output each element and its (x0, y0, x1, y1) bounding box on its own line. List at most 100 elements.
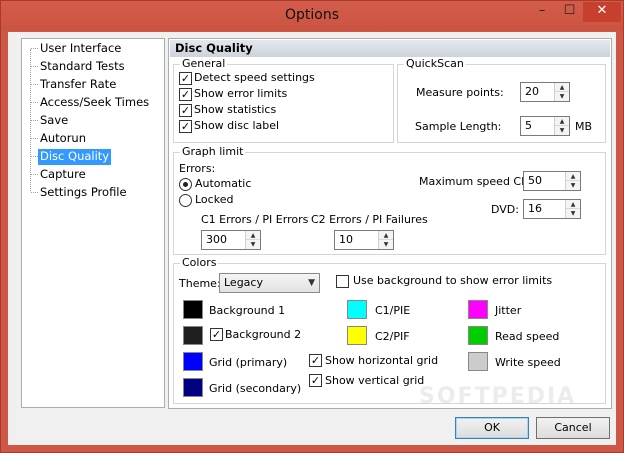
use-background-checkbox[interactable] (336, 275, 349, 288)
read-speed-label: Read speed (495, 330, 560, 343)
c2-errors-value: 10 (339, 233, 353, 246)
tree-connector (31, 84, 38, 85)
max-speed-cd-value: 50 (528, 174, 542, 187)
use-background-label: Use background to show error limits (353, 274, 553, 287)
spin-up-icon[interactable]: ▲ (555, 117, 569, 126)
tree-connector (31, 66, 38, 67)
show-vertical-grid-checkbox[interactable]: ✓ (309, 374, 322, 387)
spin-up-icon[interactable]: ▲ (555, 83, 569, 92)
spin-down-icon[interactable]: ▼ (566, 181, 580, 190)
spin-down-icon[interactable]: ▼ (246, 240, 260, 249)
jitter-label: Jitter (495, 304, 522, 317)
tree-connector (31, 156, 38, 157)
disc-quality-panel: Disc Quality General ✓ Detect speed sett… (168, 38, 612, 409)
automatic-label: Automatic (195, 177, 252, 190)
background2-checkbox[interactable]: ✓ (210, 328, 223, 341)
errors-label: Errors: (179, 162, 216, 175)
sidebar-item-standard-tests[interactable]: Standard Tests (38, 59, 127, 75)
sidebar-item-access-seek-times[interactable]: Access/Seek Times (38, 95, 151, 111)
show-statistics-label: Show statistics (194, 103, 277, 116)
show-disc-label-label: Show disc label (194, 119, 280, 132)
automatic-radio[interactable] (179, 178, 192, 191)
measure-points-label: Measure points: (416, 86, 504, 99)
grid-primary-label: Grid (primary) (209, 356, 288, 369)
spin-down-icon[interactable]: ▼ (379, 240, 393, 249)
tree-connector (31, 102, 38, 103)
sidebar-item-disc-quality[interactable]: Disc Quality (38, 149, 112, 165)
options-window: Options – ☐ ✕ User Interface Standard Te… (0, 0, 624, 453)
tree-connector (31, 174, 38, 175)
show-statistics-checkbox[interactable]: ✓ (179, 104, 192, 117)
sidebar-item-capture[interactable]: Capture (38, 167, 88, 183)
general-group: General ✓ Detect speed settings ✓ Show e… (173, 58, 394, 143)
tree-connector (31, 138, 38, 139)
c1pie-swatch[interactable] (347, 300, 367, 319)
spin-down-icon[interactable]: ▼ (566, 209, 580, 218)
max-speed-cd-stepper[interactable]: 50 ▲ ▼ (523, 171, 581, 191)
sample-length-unit: MB (575, 120, 593, 133)
dvd-value: 16 (528, 202, 542, 215)
sidebar-item-settings-profile[interactable]: Settings Profile (38, 185, 129, 201)
sidebar-item-user-interface[interactable]: User Interface (38, 41, 123, 57)
detect-speed-label: Detect speed settings (194, 71, 315, 84)
maximize-button[interactable]: ☐ (556, 2, 583, 22)
cancel-button[interactable]: Cancel (536, 417, 610, 439)
title-bar[interactable]: Options – ☐ ✕ (1, 1, 623, 31)
general-group-title: General (180, 57, 228, 70)
c1-errors-stepper[interactable]: 300 ▲ ▼ (201, 230, 261, 250)
close-button[interactable]: ✕ (583, 2, 621, 22)
theme-value: Legacy (224, 276, 263, 289)
sample-length-stepper[interactable]: 5 ▲ ▼ (520, 116, 570, 136)
spin-down-icon[interactable]: ▼ (555, 92, 569, 101)
spin-up-icon[interactable]: ▲ (379, 231, 393, 240)
options-category-tree: User Interface Standard Tests Transfer R… (21, 38, 165, 408)
minimize-button[interactable]: – (528, 2, 556, 22)
sidebar-item-transfer-rate[interactable]: Transfer Rate (38, 77, 118, 93)
theme-select[interactable]: Legacy ▼ (219, 273, 320, 293)
sidebar-item-autorun[interactable]: Autorun (38, 131, 88, 147)
show-error-limits-label: Show error limits (194, 87, 288, 100)
jitter-swatch[interactable] (468, 300, 488, 319)
radio-selected-dot (183, 182, 188, 187)
write-speed-swatch[interactable] (468, 352, 488, 371)
background1-label: Background 1 (209, 304, 286, 317)
c2-errors-stepper[interactable]: 10 ▲ ▼ (334, 230, 394, 250)
spin-up-icon[interactable]: ▲ (566, 172, 580, 181)
background1-swatch[interactable] (183, 300, 203, 319)
grid-primary-swatch[interactable] (183, 352, 203, 371)
colors-group: Colors Theme: Legacy ▼ Use background to… (173, 257, 606, 404)
show-vertical-grid-label: Show vertical grid (325, 374, 425, 387)
read-speed-swatch[interactable] (468, 326, 488, 345)
measure-points-spin-buttons: ▲ ▼ (554, 83, 569, 101)
grid-secondary-swatch[interactable] (183, 378, 203, 397)
theme-label: Theme: (179, 277, 221, 290)
c1-errors-spin-buttons: ▲ ▼ (245, 231, 260, 249)
c2pif-swatch[interactable] (347, 326, 367, 345)
c1pie-label: C1/PIE (375, 304, 411, 317)
tree-connector (31, 120, 38, 121)
show-disc-label-checkbox[interactable]: ✓ (179, 120, 192, 133)
show-horizontal-grid-checkbox[interactable]: ✓ (309, 354, 322, 367)
ok-button[interactable]: OK (455, 417, 529, 439)
sidebar-item-save[interactable]: Save (38, 113, 70, 129)
dvd-stepper[interactable]: 16 ▲ ▼ (523, 199, 581, 219)
sample-length-value: 5 (525, 119, 532, 132)
watermark: SOFTPEDIA (419, 384, 577, 409)
graph-limit-group: Graph limit Errors: Automatic Locked C1 … (173, 146, 606, 255)
background2-swatch[interactable] (183, 326, 203, 345)
show-horizontal-grid-label: Show horizontal grid (325, 354, 439, 367)
locked-label: Locked (195, 193, 234, 206)
dialog-body: User Interface Standard Tests Transfer R… (8, 32, 616, 445)
tree-connector (31, 192, 38, 193)
measure-points-stepper[interactable]: 20 ▲ ▼ (520, 82, 570, 102)
show-error-limits-checkbox[interactable]: ✓ (179, 88, 192, 101)
locked-radio[interactable] (179, 194, 192, 207)
write-speed-label: Write speed (495, 356, 561, 369)
spin-down-icon[interactable]: ▼ (555, 126, 569, 135)
spin-up-icon[interactable]: ▲ (566, 200, 580, 209)
c1-errors-value: 300 (206, 233, 227, 246)
spin-up-icon[interactable]: ▲ (246, 231, 260, 240)
c2-errors-spin-buttons: ▲ ▼ (378, 231, 393, 249)
background2-label: Background 2 (225, 328, 302, 341)
detect-speed-checkbox[interactable]: ✓ (179, 72, 192, 85)
